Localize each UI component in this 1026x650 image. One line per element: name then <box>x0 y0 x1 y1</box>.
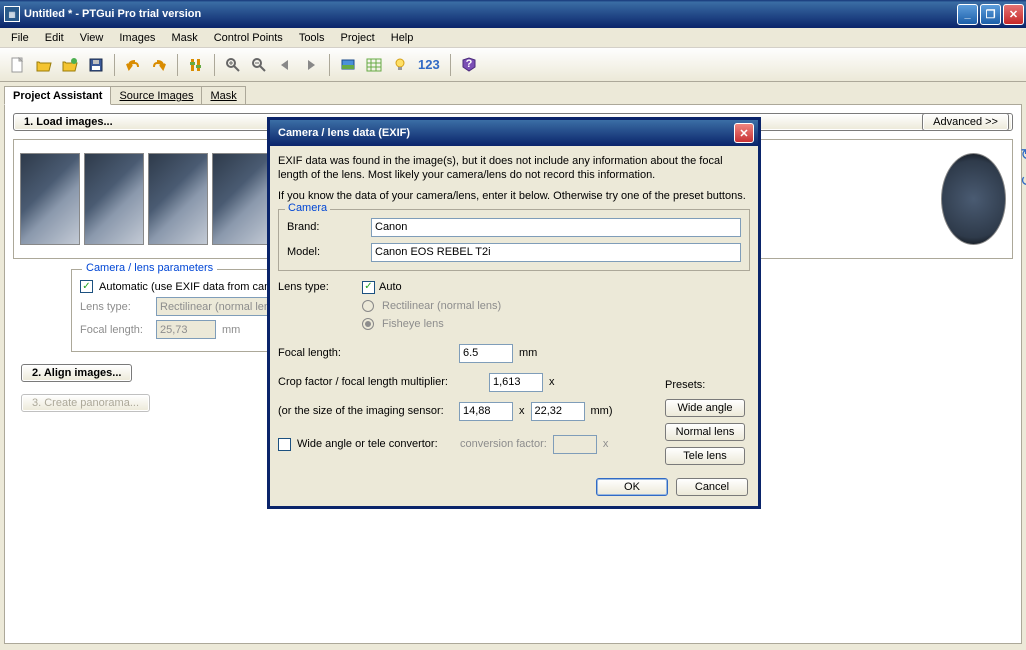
redo-icon[interactable] <box>147 53 171 77</box>
open-recent-icon[interactable] <box>58 53 82 77</box>
open-icon[interactable] <box>32 53 56 77</box>
options-icon[interactable] <box>184 53 208 77</box>
fisheye-radio <box>362 318 374 330</box>
menu-help[interactable]: Help <box>384 30 421 46</box>
tab-project-assistant[interactable]: Project Assistant <box>4 86 111 105</box>
detail-viewer-icon[interactable] <box>362 53 386 77</box>
rotate-ccw-icon[interactable]: ↺ <box>1018 172 1026 190</box>
menu-control-points[interactable]: Control Points <box>207 30 290 46</box>
thumbnail[interactable] <box>212 153 272 245</box>
crop-factor-input[interactable] <box>489 373 543 392</box>
close-button[interactable]: ✕ <box>1003 4 1024 25</box>
advanced-button[interactable]: Advanced >> <box>922 113 1009 131</box>
menu-file[interactable]: File <box>4 30 36 46</box>
automatic-checkbox[interactable] <box>80 280 93 293</box>
mm-label: mm <box>222 324 240 336</box>
maximize-button[interactable]: ❐ <box>980 4 1001 25</box>
app-icon: ▦ <box>4 6 20 22</box>
window-title: Untitled * - PTGui Pro trial version <box>24 8 955 20</box>
preset-tele-button[interactable]: Tele lens <box>665 447 745 465</box>
preset-wide-button[interactable]: Wide angle <box>665 399 745 417</box>
convertor-checkbox[interactable] <box>278 438 291 451</box>
conversion-factor-input <box>553 435 597 454</box>
ok-button[interactable]: OK <box>596 478 668 496</box>
exif-dialog: Camera / lens data (EXIF) ✕ EXIF data wa… <box>267 117 761 509</box>
dialog-message: EXIF data was found in the image(s), but… <box>278 154 750 183</box>
preset-normal-button[interactable]: Normal lens <box>665 423 745 441</box>
fisheye-label: Fisheye lens <box>382 318 444 330</box>
rectilinear-label: Rectilinear (normal lens) <box>382 300 501 312</box>
menu-edit[interactable]: Edit <box>38 30 71 46</box>
focal-length-label: Focal length: <box>80 324 150 336</box>
thumbnail[interactable] <box>148 153 208 245</box>
dialog-message: If you know the data of your camera/lens… <box>278 189 750 203</box>
next-icon[interactable] <box>299 53 323 77</box>
new-icon[interactable] <box>6 53 30 77</box>
sensor-height-input[interactable] <box>531 402 585 421</box>
zoom-out-icon[interactable] <box>247 53 271 77</box>
group-legend: Camera / lens parameters <box>82 262 217 274</box>
rectilinear-radio <box>362 300 374 312</box>
zoom-in-icon[interactable] <box>221 53 245 77</box>
auto-label: Auto <box>379 281 402 293</box>
brand-label: Brand: <box>287 221 367 233</box>
presets-group: Presets: Wide angle Normal lens Tele len… <box>665 379 745 465</box>
menu-bar: File Edit View Images Mask Control Point… <box>0 28 1026 48</box>
panorama-editor-icon[interactable] <box>336 53 360 77</box>
brand-field[interactable] <box>371 218 741 237</box>
tab-bar: Project Assistant Source Images Mask <box>0 82 1026 104</box>
tab-source-images[interactable]: Source Images <box>110 86 202 104</box>
lens-type-label: Lens type: <box>80 301 150 313</box>
lens-type-label: Lens type: <box>278 281 358 293</box>
mm-label: mm <box>519 347 537 359</box>
dialog-titlebar[interactable]: Camera / lens data (EXIF) ✕ <box>270 120 758 146</box>
menu-tools[interactable]: Tools <box>292 30 332 46</box>
menu-view[interactable]: View <box>73 30 111 46</box>
camera-legend: Camera <box>285 202 330 214</box>
menu-project[interactable]: Project <box>334 30 382 46</box>
title-bar: ▦ Untitled * - PTGui Pro trial version _… <box>0 0 1026 28</box>
presets-label: Presets: <box>665 379 705 391</box>
x-label: x <box>549 376 555 388</box>
dialog-close-button[interactable]: ✕ <box>734 123 754 143</box>
crop-factor-label: Crop factor / focal length multiplier: <box>278 376 483 388</box>
model-label: Model: <box>287 246 367 258</box>
auto-checkbox[interactable] <box>362 281 375 294</box>
sensor-width-input[interactable] <box>459 402 513 421</box>
camera-fieldset: Camera Brand: Model: <box>278 209 750 271</box>
sensor-label: (or the size of the imaging sensor: <box>278 405 453 417</box>
focal-length-label: Focal length: <box>278 347 453 359</box>
x-label: x <box>603 438 609 450</box>
conversion-factor-label: conversion factor: <box>460 438 547 450</box>
help-icon[interactable]: ? <box>457 53 481 77</box>
menu-mask[interactable]: Mask <box>164 30 204 46</box>
x-label: x <box>519 405 525 417</box>
menu-images[interactable]: Images <box>112 30 162 46</box>
bulb-icon[interactable] <box>388 53 412 77</box>
cancel-button[interactable]: Cancel <box>676 478 748 496</box>
minimize-button[interactable]: _ <box>957 4 978 25</box>
tab-mask[interactable]: Mask <box>201 86 245 104</box>
create-panorama-button: 3. Create panorama... <box>21 394 150 412</box>
focal-length-input[interactable] <box>459 344 513 363</box>
focal-length-field <box>156 320 216 339</box>
save-icon[interactable] <box>84 53 108 77</box>
thumbnail[interactable] <box>84 153 144 245</box>
dialog-title-text: Camera / lens data (EXIF) <box>278 127 734 139</box>
thumbnail[interactable] <box>20 153 80 245</box>
thumbnail[interactable] <box>941 153 1006 245</box>
undo-icon[interactable] <box>121 53 145 77</box>
prev-icon[interactable] <box>273 53 297 77</box>
rotate-cw-icon[interactable]: ↻ <box>1018 146 1026 164</box>
svg-text:?: ? <box>465 58 472 70</box>
mm-label: mm) <box>591 405 613 417</box>
convertor-label: Wide angle or tele convertor: <box>297 438 454 450</box>
numeric-transform-icon[interactable]: 123 <box>414 57 444 72</box>
toolbar: 123 ? <box>0 48 1026 82</box>
align-images-button[interactable]: 2. Align images... <box>21 364 132 382</box>
model-field[interactable] <box>371 243 741 262</box>
